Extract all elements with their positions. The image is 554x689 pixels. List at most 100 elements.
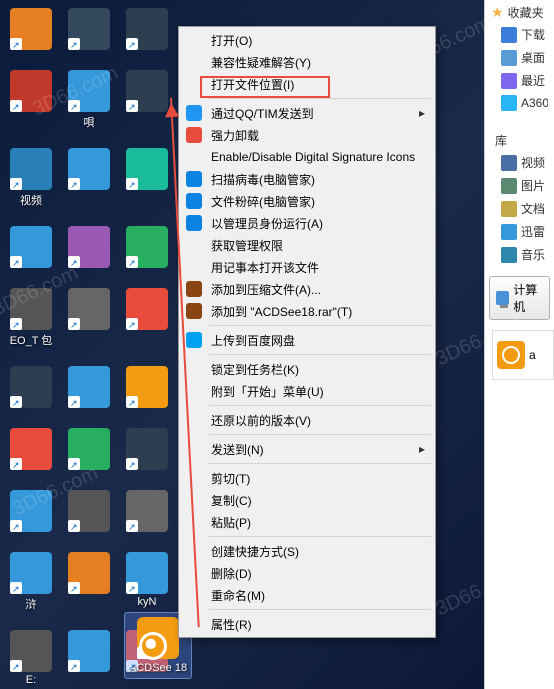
- menu-item[interactable]: 附到「开始」菜单(U): [181, 380, 433, 402]
- menu-item-label: 上传到百度网盘: [211, 332, 295, 349]
- sidebar-item-label: 下载: [521, 26, 545, 43]
- computer-label: 计算机: [513, 281, 543, 315]
- menu-item[interactable]: 锁定到任务栏(K): [181, 358, 433, 380]
- menu-item-label: 复制(C): [211, 492, 252, 509]
- menu-item[interactable]: 复制(C): [181, 489, 433, 511]
- desktop-icon[interactable]: [62, 552, 116, 612]
- desktop-icon[interactable]: [4, 490, 58, 534]
- sidebar-item[interactable]: 视频: [491, 151, 548, 174]
- folder-icon: [501, 247, 517, 263]
- icon-label: EO_T 包: [10, 332, 53, 348]
- menu-item-icon: [186, 281, 202, 297]
- folder-icon: [501, 178, 517, 194]
- app-icon: [126, 288, 168, 330]
- menu-item-label: 强力卸载: [211, 127, 259, 144]
- app-icon: [68, 288, 110, 330]
- sidebar-item[interactable]: 最近: [491, 69, 548, 92]
- menu-item[interactable]: Enable/Disable Digital Signature Icons: [181, 146, 433, 168]
- desktop-icon[interactable]: [120, 288, 174, 348]
- desktop-icon[interactable]: 唄: [62, 70, 116, 130]
- menu-item-label: 用记事本打开该文件: [211, 259, 319, 276]
- app-icon: [126, 226, 168, 268]
- app-icon: [126, 552, 168, 594]
- desktop-icon[interactable]: [4, 8, 58, 52]
- menu-item[interactable]: 强力卸载: [181, 124, 433, 146]
- menu-item[interactable]: 属性(R): [181, 613, 433, 635]
- desktop-icon[interactable]: EO_T 包: [4, 288, 58, 348]
- menu-item[interactable]: 上传到百度网盘: [181, 329, 433, 351]
- menu-separator: [209, 98, 431, 99]
- app-icon: [68, 366, 110, 408]
- desktop-icon[interactable]: [120, 148, 174, 208]
- desktop-icon[interactable]: [62, 366, 116, 410]
- menu-item[interactable]: 打开(O): [181, 29, 433, 51]
- folder-icon: [501, 50, 517, 66]
- sidebar-item-label: A360: [521, 96, 548, 110]
- sidebar-item[interactable]: 文档: [491, 197, 548, 220]
- app-icon: [68, 552, 110, 594]
- menu-item-icon: [186, 127, 202, 143]
- menu-item[interactable]: 还原以前的版本(V): [181, 409, 433, 431]
- menu-item[interactable]: 创建快捷方式(S): [181, 540, 433, 562]
- desktop-icon[interactable]: kyN: [120, 552, 174, 612]
- menu-item[interactable]: 获取管理权限: [181, 234, 433, 256]
- menu-item[interactable]: 通过QQ/TIM发送到: [181, 102, 433, 124]
- menu-item[interactable]: 添加到压缩文件(A)...: [181, 278, 433, 300]
- menu-item[interactable]: 兼容性疑难解答(Y): [181, 51, 433, 73]
- app-icon: [126, 490, 168, 532]
- desktop-icon[interactable]: [62, 288, 116, 348]
- menu-item[interactable]: 剪切(T): [181, 467, 433, 489]
- menu-item[interactable]: 用记事本打开该文件: [181, 256, 433, 278]
- desktop-icon[interactable]: [62, 630, 116, 686]
- app-icon: [10, 366, 52, 408]
- menu-item-icon: [186, 105, 202, 121]
- desktop-icon[interactable]: [4, 226, 58, 270]
- app-icon: [126, 148, 168, 190]
- menu-item[interactable]: 重命名(M): [181, 584, 433, 606]
- desktop-icon[interactable]: [4, 70, 58, 130]
- menu-item[interactable]: 删除(D): [181, 562, 433, 584]
- desktop-icon[interactable]: 浒: [4, 552, 58, 612]
- menu-item[interactable]: 发送到(N): [181, 438, 433, 460]
- desktop-icon[interactable]: [120, 490, 174, 534]
- menu-item[interactable]: 文件粉碎(电脑管家): [181, 190, 433, 212]
- acdsee-panel[interactable]: a: [492, 330, 554, 380]
- folder-icon: [501, 201, 517, 217]
- app-icon: [10, 226, 52, 268]
- app-icon: [68, 490, 110, 532]
- menu-item-label: 附到「开始」菜单(U): [211, 383, 324, 400]
- sidebar-item[interactable]: 桌面: [491, 46, 548, 69]
- sidebar-item[interactable]: 图片: [491, 174, 548, 197]
- sidebar-item[interactable]: A360: [491, 92, 548, 114]
- menu-item[interactable]: 添加到 "ACDSee18.rar"(T): [181, 300, 433, 322]
- desktop-icon[interactable]: [120, 366, 174, 410]
- desktop-icon[interactable]: [4, 366, 58, 410]
- desktop-icon[interactable]: [62, 428, 116, 472]
- app-icon: [126, 8, 168, 50]
- desktop-icon[interactable]: [62, 148, 116, 208]
- menu-item-label: 扫描病毒(电脑管家): [211, 171, 315, 188]
- desktop-icon[interactable]: [62, 8, 116, 52]
- menu-item[interactable]: 扫描病毒(电脑管家): [181, 168, 433, 190]
- desktop-icon[interactable]: [120, 8, 174, 52]
- computer-button[interactable]: 计算机: [489, 276, 550, 320]
- menu-item-label: 文件粉碎(电脑管家): [211, 193, 315, 210]
- desktop-icon[interactable]: [120, 70, 174, 130]
- menu-item-icon: [186, 215, 202, 231]
- menu-item[interactable]: 粘贴(P): [181, 511, 433, 533]
- app-icon: [68, 148, 110, 190]
- desktop-icon[interactable]: E:: [4, 630, 58, 686]
- menu-item[interactable]: 打开文件位置(I): [181, 73, 433, 95]
- desktop-icon[interactable]: [120, 428, 174, 472]
- desktop-icon[interactable]: [62, 490, 116, 534]
- desktop-icon[interactable]: [4, 428, 58, 472]
- desktop-icon[interactable]: [62, 226, 116, 270]
- sidebar-item[interactable]: 音乐: [491, 243, 548, 266]
- desktop-icon[interactable]: [120, 226, 174, 270]
- sidebar-item[interactable]: 下载: [491, 23, 548, 46]
- menu-item-label: 通过QQ/TIM发送到: [211, 105, 314, 122]
- desktop-icon[interactable]: 视频: [4, 148, 58, 208]
- menu-item[interactable]: 以管理员身份运行(A): [181, 212, 433, 234]
- sidebar-item[interactable]: 迅雷: [491, 220, 548, 243]
- menu-item-label: 添加到 "ACDSee18.rar"(T): [211, 303, 352, 320]
